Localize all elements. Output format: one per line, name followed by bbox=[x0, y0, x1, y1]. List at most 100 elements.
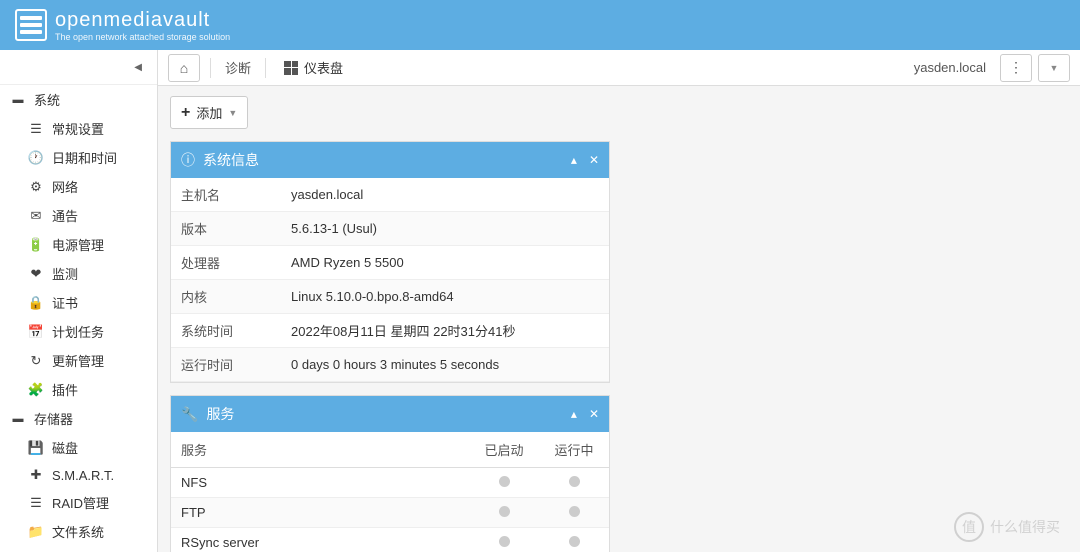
info-icon: ⓘ bbox=[181, 150, 195, 170]
sidebar-collapse-button[interactable]: ◀ bbox=[0, 50, 157, 85]
close-widget-button[interactable]: ✕ bbox=[589, 153, 599, 167]
item-icon: 🔒 bbox=[28, 295, 44, 311]
status-dot bbox=[569, 476, 580, 487]
status-dot bbox=[569, 506, 580, 517]
collapse-widget-button[interactable]: ▴ bbox=[571, 407, 577, 421]
service-enabled bbox=[469, 468, 539, 498]
sidebar-item-label: 证书 bbox=[52, 293, 78, 312]
sidebar-category-label: 系统 bbox=[34, 90, 60, 109]
table-row: RSync server bbox=[171, 528, 609, 552]
service-name: RSync server bbox=[171, 528, 469, 552]
minus-icon: ▬ bbox=[10, 411, 26, 427]
add-label: 添加 bbox=[196, 103, 222, 122]
brand-logo: openmediavault The open network attached… bbox=[15, 9, 230, 42]
item-icon: ✚ bbox=[28, 467, 44, 483]
col-service: 服务 bbox=[171, 432, 469, 468]
info-key: 系统时间 bbox=[171, 314, 281, 348]
wrench-icon: 🔧 bbox=[181, 406, 198, 423]
dashboard-icon bbox=[284, 61, 298, 75]
info-key: 内核 bbox=[171, 280, 281, 314]
sidebar-item[interactable]: ✚ S.M.A.R.T. bbox=[0, 462, 157, 488]
status-dot bbox=[499, 506, 510, 517]
sidebar-item[interactable]: ✉通告 bbox=[0, 201, 157, 230]
item-icon: 📅 bbox=[28, 324, 44, 340]
table-row: 系统时间2022年08月11日 星期四 22时31分41秒 bbox=[171, 314, 609, 348]
home-button[interactable]: ⌂ bbox=[168, 54, 200, 82]
sidebar-item[interactable]: 🔋电源管理 bbox=[0, 230, 157, 259]
content-area: + 添加 ▼ ⓘ 系统信息 ▴ ✕ 主机名yasden.local版本5.6.1… bbox=[158, 86, 1080, 552]
item-icon: ✉ bbox=[28, 208, 44, 224]
info-key: 主机名 bbox=[171, 178, 281, 212]
sidebar-item[interactable]: ☰常规设置 bbox=[0, 114, 157, 143]
app-header: openmediavault The open network attached… bbox=[0, 0, 1080, 50]
sidebar-item[interactable]: 🔒 证书 bbox=[0, 288, 157, 317]
sidebar-item-label: 插件 bbox=[52, 380, 78, 399]
item-icon: 🕐 bbox=[28, 150, 44, 166]
logo-icon bbox=[15, 9, 47, 41]
sidebar-item-label: 文件系统 bbox=[52, 522, 104, 541]
sidebar-category[interactable]: ▬访问权限管理 bbox=[0, 546, 157, 552]
table-row: 版本5.6.13-1 (Usul) bbox=[171, 212, 609, 246]
status-dot bbox=[499, 476, 510, 487]
sidebar-item-label: S.M.A.R.T. bbox=[52, 468, 114, 483]
widget-header: 🔧 服务 ▴ ✕ bbox=[171, 396, 609, 432]
item-icon: ☰ bbox=[28, 495, 44, 511]
system-info-table: 主机名yasden.local版本5.6.13-1 (Usul)处理器AMD R… bbox=[171, 178, 609, 382]
menu-button[interactable]: ⋮ bbox=[1000, 54, 1032, 82]
info-key: 版本 bbox=[171, 212, 281, 246]
item-icon: ⚙ bbox=[28, 179, 44, 195]
dropdown-button[interactable]: ▼ bbox=[1038, 54, 1070, 82]
item-icon: ❤ bbox=[28, 266, 44, 282]
widget-title: 系统信息 bbox=[203, 150, 563, 170]
minus-icon: ▬ bbox=[10, 92, 26, 108]
sidebar-item-label: 网络 bbox=[52, 177, 78, 196]
sidebar-item[interactable]: 📁文件系统 bbox=[0, 517, 157, 546]
sidebar-item[interactable]: ☰RAID管理 bbox=[0, 488, 157, 517]
item-icon: 🧩 bbox=[28, 382, 44, 398]
breadcrumb-diagnose[interactable]: 诊断 bbox=[221, 58, 255, 77]
close-widget-button[interactable]: ✕ bbox=[589, 407, 599, 421]
sidebar-item[interactable]: 🕐 日期和时间 bbox=[0, 143, 157, 172]
sidebar-item[interactable]: 📅 计划任务 bbox=[0, 317, 157, 346]
status-dot bbox=[569, 536, 580, 547]
table-row: 处理器AMD Ryzen 5 5500 bbox=[171, 246, 609, 280]
chevron-down-icon: ▼ bbox=[228, 108, 237, 118]
table-row: 主机名yasden.local bbox=[171, 178, 609, 212]
item-icon: ↻ bbox=[28, 353, 44, 369]
service-name: NFS bbox=[171, 468, 469, 498]
sidebar-item-label: 电源管理 bbox=[52, 235, 104, 254]
sidebar-item[interactable]: 💾磁盘 bbox=[0, 433, 157, 462]
sidebar-item[interactable]: ⚙ 网络 bbox=[0, 172, 157, 201]
sidebar-item[interactable]: ❤ 监测 bbox=[0, 259, 157, 288]
info-key: 运行时间 bbox=[171, 348, 281, 382]
sidebar-item-label: 计划任务 bbox=[52, 322, 104, 341]
info-value: yasden.local bbox=[281, 178, 609, 212]
brand-title: openmediavault bbox=[55, 9, 230, 32]
sidebar-item-label: 监测 bbox=[52, 264, 78, 283]
separator bbox=[265, 58, 266, 78]
sidebar-category[interactable]: ▬ 系统 bbox=[0, 85, 157, 114]
info-key: 处理器 bbox=[171, 246, 281, 280]
home-icon: ⌂ bbox=[180, 60, 188, 76]
service-name: FTP bbox=[171, 498, 469, 528]
sidebar-item[interactable]: ↻更新管理 bbox=[0, 346, 157, 375]
collapse-widget-button[interactable]: ▴ bbox=[571, 153, 577, 167]
item-icon: 💾 bbox=[28, 440, 44, 456]
service-running bbox=[539, 498, 609, 528]
table-row: FTP bbox=[171, 498, 609, 528]
widget-system-info: ⓘ 系统信息 ▴ ✕ 主机名yasden.local版本5.6.13-1 (Us… bbox=[170, 141, 610, 383]
service-running bbox=[539, 528, 609, 552]
table-row: 运行时间0 days 0 hours 3 minutes 5 seconds bbox=[171, 348, 609, 382]
chevron-down-icon: ▼ bbox=[1050, 63, 1059, 73]
info-value: Linux 5.10.0-0.bpo.8-amd64 bbox=[281, 280, 609, 314]
services-table: 服务 已启动 运行中 NFS FTP RSync server SMB/CIFS… bbox=[171, 432, 609, 552]
sidebar-category[interactable]: ▬存储器 bbox=[0, 404, 157, 433]
add-button[interactable]: + 添加 ▼ bbox=[170, 96, 248, 129]
col-enabled: 已启动 bbox=[469, 432, 539, 468]
breadcrumb-dashboard[interactable]: 仪表盘 bbox=[276, 58, 351, 77]
sidebar-item[interactable]: 🧩 插件 bbox=[0, 375, 157, 404]
sidebar-item-label: 日期和时间 bbox=[52, 148, 117, 167]
table-row: 内核Linux 5.10.0-0.bpo.8-amd64 bbox=[171, 280, 609, 314]
sidebar-item-label: 常规设置 bbox=[52, 119, 104, 138]
widget-services: 🔧 服务 ▴ ✕ 服务 已启动 运行中 NFS FTP RSync serve bbox=[170, 395, 610, 552]
